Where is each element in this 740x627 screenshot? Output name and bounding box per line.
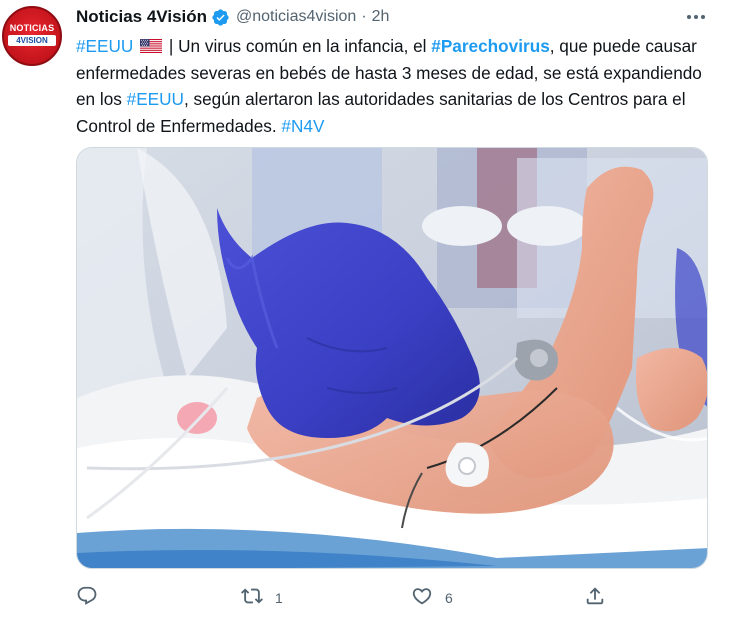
tweet-actions: 1 6 [76,585,616,611]
hashtag-eeuu[interactable]: #EEUU [76,36,133,56]
more-dot [694,15,698,19]
avatar-logo-text-top: NOTICIAS [9,23,55,33]
user-handle[interactable]: @noticias4vision [236,8,356,26]
more-dot [701,15,705,19]
tweet-text-segment: | Un virus común en la infancia, el [164,36,432,56]
tweet-media-image[interactable] [76,147,708,569]
separator-dot: · [361,8,367,25]
avatar-logo-text-bottom: 4VISION [16,36,48,45]
hashtag-parechovirus[interactable]: #Parechovirus [431,36,549,56]
display-name[interactable]: Noticias 4Visión [76,7,207,27]
hashtag-n4v[interactable]: #N4V [281,116,324,136]
tweet-timestamp[interactable]: 2h [372,8,390,26]
hashtag-eeuu[interactable]: #EEUU [127,89,184,109]
like-button[interactable]: 6 [411,585,453,611]
heart-icon [411,585,433,612]
retweet-button[interactable]: 1 [241,585,283,611]
tweet-header: Noticias 4Visión @noticias4vision · 2h [76,6,389,28]
reply-icon [76,585,98,612]
tweet-card[interactable]: NOTICIAS 4VISION Noticias 4Visión @notic… [0,0,740,627]
more-dot [687,15,691,19]
avatar[interactable]: NOTICIAS 4VISION [2,6,62,66]
retweet-icon [241,585,263,612]
share-icon [584,585,606,612]
verified-badge-icon [211,8,230,27]
us-flag-icon [140,34,163,53]
retweet-count: 1 [275,590,283,606]
reply-button[interactable] [76,585,110,611]
tweet-text: #EEUU | Un virus común en la infancia, e… [76,33,716,139]
more-options-icon[interactable] [684,8,708,26]
like-count: 6 [445,590,453,606]
share-button[interactable] [584,585,606,611]
newborn-stethoscope-photo [77,148,707,568]
